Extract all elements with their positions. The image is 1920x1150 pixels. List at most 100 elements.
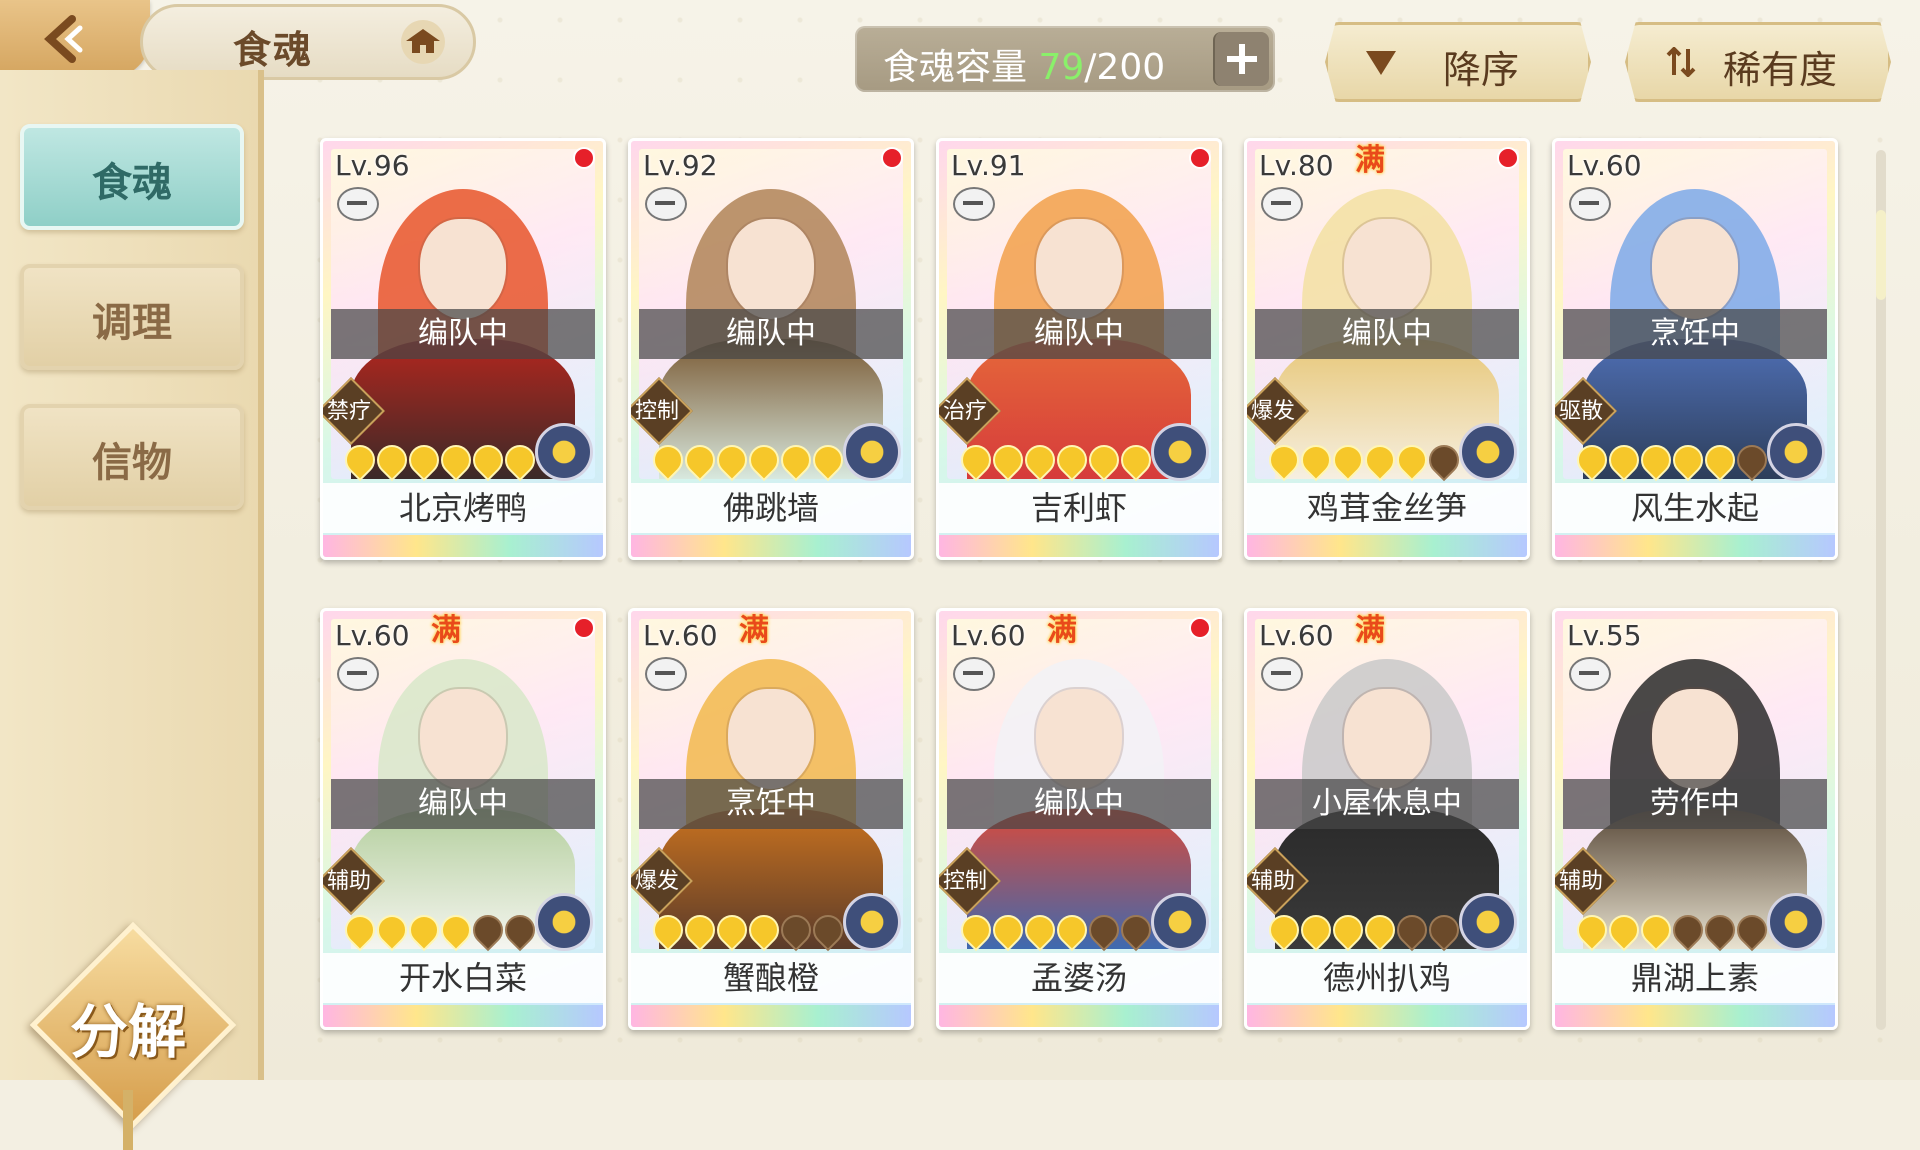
role-badge: 控制 <box>939 847 1001 915</box>
rainbow-strip <box>1555 1005 1835 1027</box>
character-face <box>1036 219 1122 319</box>
food-soul-card[interactable]: Lv.60 满编队中 辅助 开水白菜 <box>320 608 606 1030</box>
card-name: 蟹酿橙 <box>631 953 911 1003</box>
star-icon <box>1082 908 1126 952</box>
food-soul-card[interactable]: Lv.60 烹饪中 驱散 风生水起 <box>1552 138 1838 560</box>
house-icon[interactable] <box>398 19 448 65</box>
sidebar-item-label: 调理 <box>92 300 172 346</box>
star-icon <box>774 438 818 482</box>
capacity-text: 食魂容量 79/200 <box>883 38 1165 90</box>
character-face <box>1036 689 1122 789</box>
food-soul-card[interactable]: Lv.60 满小屋休息中 辅助 德州扒鸡 <box>1244 608 1530 1030</box>
food-soul-card[interactable]: Lv.92 编队中 控制 佛跳墙 <box>628 138 914 560</box>
star-icon <box>1698 908 1742 952</box>
sidebar-item-tokens[interactable]: 信物 <box>20 404 244 510</box>
role-badge: 禁疗 <box>323 377 385 445</box>
level-label: Lv.96 <box>335 149 410 182</box>
food-soul-card[interactable]: Lv.60 满编队中 控制 孟婆汤 <box>936 608 1222 1030</box>
star-icon <box>646 438 690 482</box>
food-soul-card[interactable]: Lv.55 劳作中 辅助 鼎湖上素 <box>1552 608 1838 1030</box>
star-icon <box>370 908 414 952</box>
role-label: 辅助 <box>326 869 371 894</box>
star-icon <box>1634 438 1678 482</box>
food-soul-card[interactable]: Lv.96 编队中 禁疗 北京烤鸭 <box>320 138 606 560</box>
status-banner: 编队中 <box>947 779 1211 829</box>
role-badge: 治疗 <box>939 377 1001 445</box>
star-icon <box>954 438 998 482</box>
sidebar-item-food-souls[interactable]: 食魂 <box>20 124 244 230</box>
food-soul-card[interactable]: Lv.80 满编队中 爆发 鸡茸金丝笋 <box>1244 138 1530 560</box>
rainbow-strip <box>323 1005 603 1027</box>
star-icon <box>1602 438 1646 482</box>
star-icon <box>1570 438 1614 482</box>
star-icon <box>1666 438 1710 482</box>
role-label: 禁疗 <box>326 399 371 424</box>
star-icon <box>434 908 478 952</box>
rarity-flower-icon <box>535 893 593 951</box>
sort-by-button[interactable]: 稀有度 <box>1625 22 1891 102</box>
star-icon <box>678 908 722 952</box>
food-soul-card[interactable]: Lv.91 编队中 治疗 吉利虾 <box>936 138 1222 560</box>
scrollbar[interactable] <box>1876 150 1886 1030</box>
role-label: 爆发 <box>634 869 679 894</box>
star-icon <box>1018 908 1062 952</box>
bowl-icon <box>953 657 995 691</box>
star-rating <box>1570 438 1774 482</box>
role-badge: 爆发 <box>1247 377 1309 445</box>
notification-dot <box>881 147 903 169</box>
star-rating <box>1262 438 1466 482</box>
max-badge: 满 <box>1355 143 1385 178</box>
level-label: Lv.60 <box>643 619 718 652</box>
star-icon <box>466 908 510 952</box>
character-face <box>420 219 506 319</box>
star-icon <box>1050 438 1094 482</box>
decompose-label: 分解 <box>69 998 186 1066</box>
decompose-button[interactable]: 分解 <box>29 921 237 1150</box>
bowl-icon <box>337 657 379 691</box>
card-name: 风生水起 <box>1555 483 1835 533</box>
star-icon <box>1390 908 1434 952</box>
star-icon <box>1698 438 1742 482</box>
star-rating <box>954 908 1158 952</box>
level-label: Lv.91 <box>951 149 1026 182</box>
star-icon <box>742 438 786 482</box>
scrollbar-thumb[interactable] <box>1876 210 1886 300</box>
level-label: Lv.60 <box>335 619 410 652</box>
rainbow-strip <box>1247 1005 1527 1027</box>
card-name: 开水白菜 <box>323 953 603 1003</box>
max-badge: 满 <box>1047 613 1077 648</box>
star-icon <box>1082 438 1126 482</box>
star-icon <box>434 438 478 482</box>
rainbow-strip <box>631 535 911 557</box>
sort-order-button[interactable]: 降序 <box>1325 22 1591 102</box>
expand-capacity-button[interactable] <box>1213 32 1269 86</box>
star-icon <box>986 438 1030 482</box>
star-icon <box>1570 908 1614 952</box>
rarity-flower-icon <box>1459 423 1517 481</box>
character-face <box>420 689 506 789</box>
role-badge: 控制 <box>631 377 693 445</box>
rarity-flower-icon <box>1767 893 1825 951</box>
star-icon <box>986 908 1030 952</box>
top-bar: 食魂 <box>0 0 480 80</box>
rarity-flower-icon <box>843 893 901 951</box>
star-icon <box>1262 438 1306 482</box>
max-badge: 满 <box>1355 613 1385 648</box>
status-banner: 烹饪中 <box>639 779 903 829</box>
star-icon <box>1602 908 1646 952</box>
sidebar-item-label: 信物 <box>92 440 172 486</box>
sidebar-item-cooking[interactable]: 调理 <box>20 264 244 370</box>
star-rating <box>646 908 850 952</box>
status-banner: 编队中 <box>639 309 903 359</box>
card-name: 佛跳墙 <box>631 483 911 533</box>
rainbow-strip <box>1555 535 1835 557</box>
bowl-icon <box>953 187 995 221</box>
rarity-flower-icon <box>1151 893 1209 951</box>
back-button[interactable] <box>0 0 150 78</box>
star-icon <box>1634 908 1678 952</box>
food-soul-card[interactable]: Lv.60 满烹饪中 爆发 蟹酿橙 <box>628 608 914 1030</box>
character-face <box>728 219 814 319</box>
status-banner: 编队中 <box>947 309 1211 359</box>
rarity-flower-icon <box>535 423 593 481</box>
max-badge: 满 <box>431 613 461 648</box>
